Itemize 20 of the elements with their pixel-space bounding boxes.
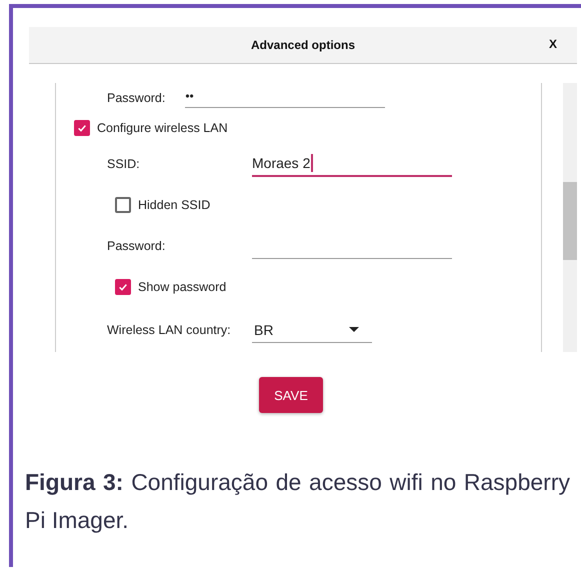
scrollbar-thumb[interactable] (563, 182, 577, 260)
checkbox-label: Configure wireless LAN (97, 121, 228, 135)
country-dropdown[interactable]: BR (252, 317, 372, 343)
save-button[interactable]: SAVE (259, 377, 323, 413)
caret-icon (349, 327, 359, 332)
field-label: Wireless LAN country: (106, 323, 232, 337)
field-label: Password: (106, 91, 166, 105)
checkbox[interactable] (74, 120, 90, 136)
checkbox-label: Show password (138, 280, 226, 294)
dialog-title: Advanced options (250, 38, 355, 52)
figure-caption: Figura 3: Configuração de acesso wifi no Raspberry Pi Imager. (25, 468, 570, 535)
close-button[interactable]: X (548, 37, 557, 51)
field-label: Password: (106, 239, 166, 253)
checkbox[interactable] (115, 279, 131, 295)
field-label: SSID: (106, 157, 141, 171)
checkbox-label: Hidden SSID (138, 198, 210, 212)
input-field[interactable]: Moraes 2 (252, 151, 452, 177)
checkbox[interactable] (115, 197, 131, 213)
scrollbar[interactable] (563, 83, 577, 352)
input-field[interactable]: •• (185, 88, 386, 108)
